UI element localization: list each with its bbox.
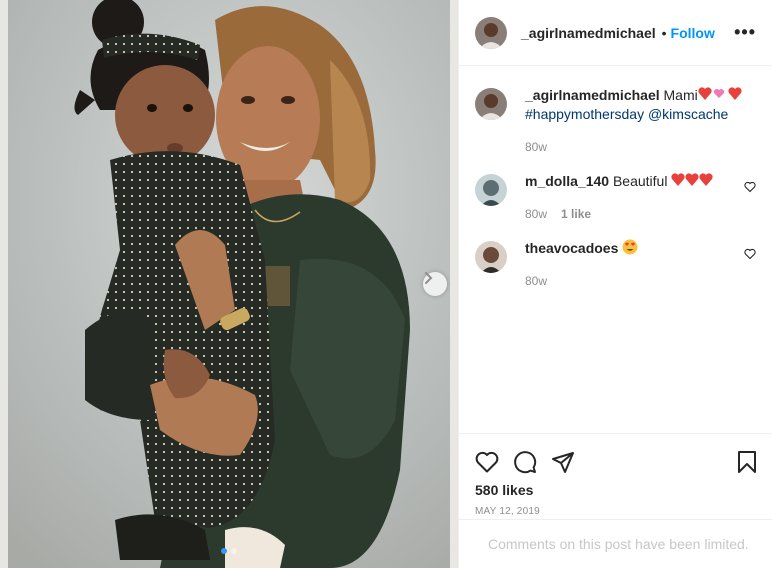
- caption-time[interactable]: 80w: [525, 140, 547, 154]
- comment-text: Beautiful: [612, 173, 668, 189]
- comment-time[interactable]: 80w: [525, 207, 547, 221]
- comment-username[interactable]: theavocadoes: [525, 240, 618, 256]
- like-comment-heart-icon[interactable]: [744, 247, 756, 265]
- next-image-button[interactable]: [423, 272, 447, 296]
- caption-avatar[interactable]: [475, 88, 507, 120]
- comment-text-block: m_dolla_140 Beautiful: [525, 172, 745, 191]
- comment-bubble-icon[interactable]: [513, 450, 537, 474]
- comment-item: m_dolla_140 Beautiful 80w 1 like: [475, 172, 756, 221]
- caption-text: Mami: [663, 87, 698, 103]
- comment-time[interactable]: 80w: [525, 274, 547, 288]
- post-header: _agirlnamedmichael • Follow •••: [459, 0, 772, 66]
- avatar-image: [475, 16, 507, 49]
- post-actions-section: 580 likes MAY 12, 2019: [459, 433, 772, 517]
- share-send-icon[interactable]: [551, 450, 575, 474]
- avatar-image: [475, 174, 507, 206]
- comment-body: m_dolla_140 Beautiful 80w 1 like: [525, 172, 745, 221]
- hearts-emoji-icon: [671, 172, 715, 188]
- caption-username[interactable]: _agirlnamedmichael: [525, 87, 660, 103]
- comment-meta: 80w: [525, 274, 745, 288]
- avatar-image: [475, 88, 507, 120]
- mention-link[interactable]: @kimscache: [648, 106, 728, 122]
- caption: _agirlnamedmichael Mami #happymothersday…: [475, 86, 756, 154]
- comment-text-block: theavocadoes: [525, 239, 745, 258]
- photo-illustration: [0, 0, 458, 568]
- comment-meta: 80w 1 like: [525, 207, 745, 221]
- post-photo[interactable]: [0, 0, 458, 568]
- hearts-emoji-icon: [698, 86, 744, 102]
- comment-username[interactable]: m_dolla_140: [525, 173, 609, 189]
- more-options-icon[interactable]: •••: [734, 22, 756, 43]
- author-username[interactable]: _agirlnamedmichael: [521, 25, 656, 41]
- comment-likes[interactable]: 1 like: [561, 207, 591, 221]
- likes-count[interactable]: 580 likes: [459, 480, 772, 500]
- commenter-avatar[interactable]: [475, 174, 507, 206]
- comments-limited-notice: Comments on this post have been limited.: [459, 519, 772, 568]
- carousel-dot-active: [221, 548, 227, 554]
- caption-meta: 80w: [525, 140, 745, 154]
- caption-body: _agirlnamedmichael Mami #happymothersday…: [525, 86, 745, 154]
- follow-button[interactable]: Follow: [671, 25, 715, 41]
- action-bar: [459, 434, 772, 480]
- comment-body: theavocadoes 80w: [525, 239, 745, 288]
- post-date[interactable]: MAY 12, 2019: [459, 506, 772, 517]
- comments-list: _agirlnamedmichael Mami #happymothersday…: [459, 66, 772, 288]
- caption-text-block: _agirlnamedmichael Mami #happymothersday…: [525, 86, 745, 124]
- hashtag-link[interactable]: #happymothersday: [525, 106, 644, 122]
- post-side-panel: _agirlnamedmichael • Follow ••• _agirlna…: [458, 0, 772, 568]
- like-heart-icon[interactable]: [475, 451, 499, 473]
- header-separator: •: [661, 24, 667, 41]
- heart-eyes-emoji-icon: [622, 239, 638, 255]
- author-avatar[interactable]: [475, 16, 507, 49]
- carousel-dot: [231, 548, 237, 554]
- chevron-right-icon: [425, 272, 433, 284]
- like-comment-heart-icon[interactable]: [744, 180, 756, 198]
- commenter-avatar[interactable]: [475, 241, 507, 273]
- carousel-indicator: [0, 548, 458, 554]
- save-bookmark-icon[interactable]: [737, 450, 757, 474]
- comment-item: theavocadoes 80w: [475, 239, 756, 288]
- avatar-image: [475, 241, 507, 273]
